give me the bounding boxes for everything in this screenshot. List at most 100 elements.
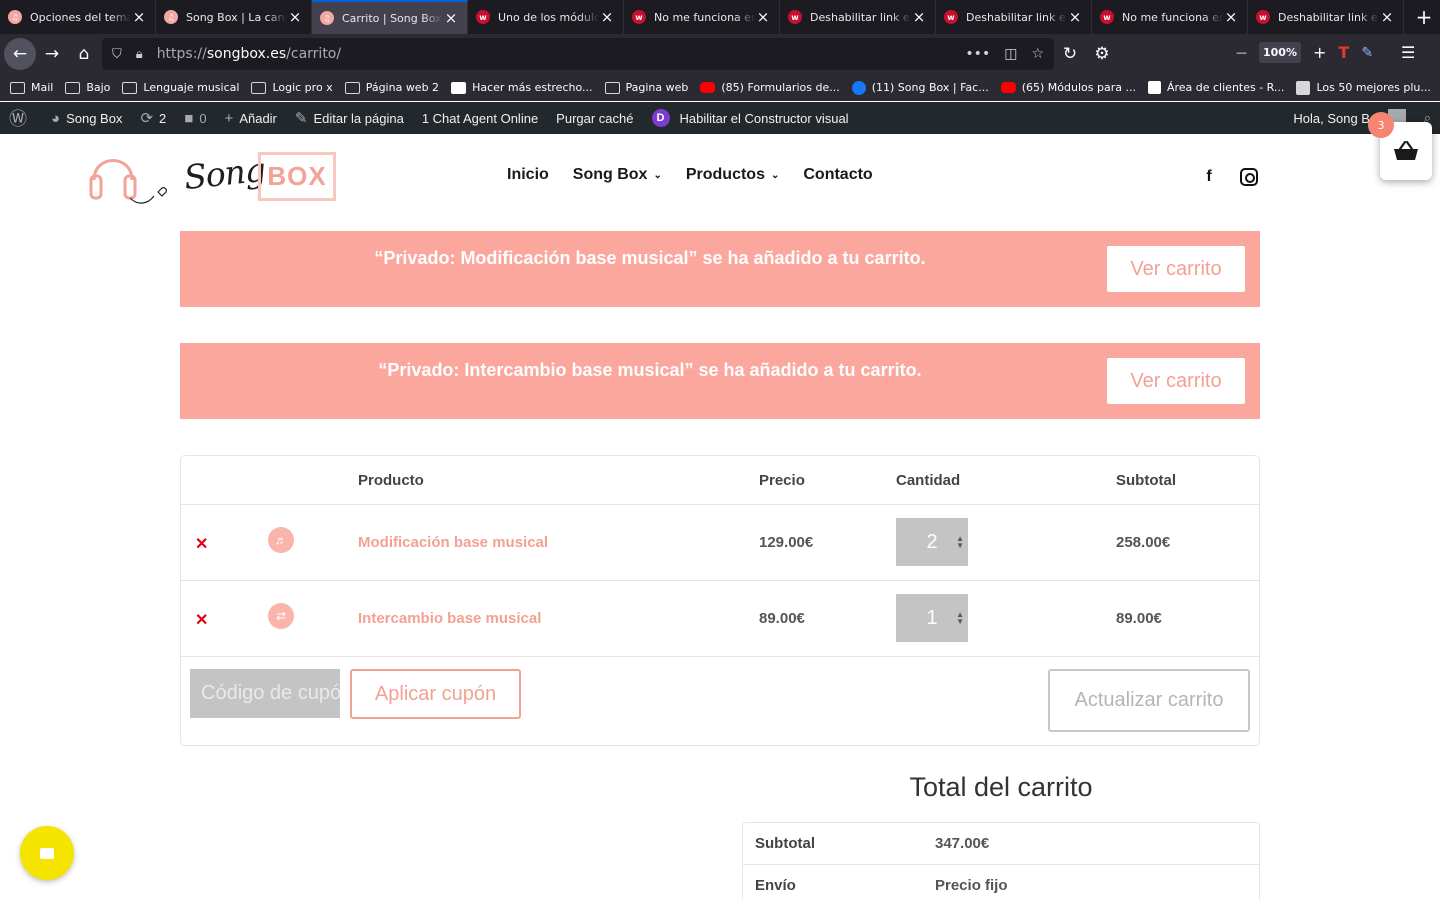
client-area-icon bbox=[1147, 81, 1161, 94]
product-link[interactable]: Modificación base musical bbox=[358, 534, 548, 551]
cart-count-badge: 3 bbox=[1368, 112, 1394, 138]
update-cart-button[interactable]: Actualizar carrito bbox=[1048, 669, 1250, 732]
extension-pen-icon[interactable]: ✎ bbox=[1361, 45, 1373, 61]
bookmark-item[interactable]: Hacer más estrecho... bbox=[451, 81, 593, 94]
comments-menu[interactable]: ■ 0 bbox=[175, 102, 215, 134]
close-icon[interactable]: × bbox=[599, 8, 615, 26]
zoom-level[interactable]: 100% bbox=[1259, 42, 1301, 63]
quantity-value: 2 bbox=[926, 530, 938, 553]
updates-menu[interactable]: ⟳ 2 bbox=[131, 102, 175, 134]
bookmark-item[interactable]: Lenguaje musical bbox=[122, 81, 239, 94]
product-link[interactable]: Intercambio base musical bbox=[358, 610, 541, 627]
zoom-in-button[interactable]: + bbox=[1313, 43, 1326, 62]
remove-item-icon[interactable]: ✕ bbox=[195, 610, 208, 630]
more-icon[interactable]: ••• bbox=[965, 46, 990, 62]
bookmark-item[interactable]: Bajo bbox=[65, 81, 110, 94]
add-new-menu[interactable]: + Añadir bbox=[216, 102, 286, 134]
bookmark-item[interactable]: Pagina web bbox=[604, 81, 688, 94]
purge-cache-link[interactable]: Purgar caché bbox=[547, 102, 642, 134]
w-favicon-icon: w bbox=[944, 10, 958, 24]
remove-item-icon[interactable]: ✕ bbox=[195, 534, 208, 554]
reload-button[interactable]: ↻ bbox=[1054, 38, 1086, 70]
youtube-icon bbox=[700, 82, 716, 93]
back-button[interactable]: ← bbox=[4, 38, 36, 70]
close-icon[interactable]: × bbox=[755, 8, 771, 26]
spinner-arrows-icon[interactable]: ▲ ▼ bbox=[956, 611, 964, 626]
coupon-input[interactable]: Código de cupón bbox=[190, 669, 340, 718]
chat-agent-link[interactable]: 1 Chat Agent Online bbox=[413, 102, 547, 134]
browser-tab[interactable]: w No me funciona en × bbox=[1092, 0, 1248, 34]
browser-tab[interactable]: w Deshabilitar link en × bbox=[780, 0, 936, 34]
apply-coupon-button[interactable]: Aplicar cupón bbox=[350, 669, 521, 719]
browser-tab[interactable]: ♫ Song Box | La canción × bbox=[156, 0, 312, 34]
forward-button[interactable]: → bbox=[36, 38, 68, 70]
item-subtotal: 89.00€ bbox=[1116, 610, 1162, 627]
comment-icon: ■ bbox=[184, 109, 194, 127]
zoom-controls: — 100% + T ✎ ☰ bbox=[1236, 42, 1415, 63]
pocket-icon[interactable]: ◫ bbox=[1004, 46, 1017, 62]
nav-item-song-box[interactable]: Song Box ⌄ bbox=[573, 166, 662, 184]
browser-tab[interactable]: w Deshabilitar link en × bbox=[936, 0, 1092, 34]
close-icon[interactable]: × bbox=[287, 8, 303, 26]
quantity-stepper[interactable]: 1 ▲ ▼ bbox=[896, 594, 968, 642]
bookmark-label: Bajo bbox=[86, 81, 111, 94]
bookmark-item[interactable]: Los 50 mejores plu... bbox=[1296, 80, 1431, 95]
bookmark-label: Lenguaje musical bbox=[143, 81, 240, 94]
close-icon[interactable]: × bbox=[1223, 8, 1239, 26]
chat-widget-button[interactable] bbox=[20, 826, 74, 880]
swap-arrows-icon[interactable]: ⇄ bbox=[268, 603, 294, 629]
lock-icon[interactable]: 🔒︎ bbox=[136, 47, 143, 62]
close-icon[interactable]: × bbox=[911, 8, 927, 26]
browser-tab[interactable]: w No me funciona en × bbox=[624, 0, 780, 34]
refresh-icon: ⟳ bbox=[140, 110, 154, 127]
browser-tab[interactable]: ♫ Opciones del tema × bbox=[0, 0, 156, 34]
extension-t-icon[interactable]: T bbox=[1338, 43, 1349, 62]
browser-tab[interactable]: w Deshabilitar link en × bbox=[1248, 0, 1404, 34]
floating-cart-button[interactable]: 3 bbox=[1368, 112, 1432, 180]
quantity-stepper[interactable]: 2 ▲ ▼ bbox=[896, 518, 968, 566]
spinner-arrows-icon[interactable]: ▲ ▼ bbox=[956, 535, 964, 550]
site-logo[interactable]: Song BOX bbox=[88, 144, 338, 206]
nav-item-inicio[interactable]: Inicio bbox=[507, 166, 549, 184]
site-name-menu[interactable]: ◕ Song Box bbox=[42, 102, 131, 134]
songbox-favicon-icon: ♫ bbox=[164, 10, 178, 24]
divi-icon: D bbox=[651, 109, 670, 127]
url-path: /carrito/ bbox=[286, 46, 342, 62]
edit-page-link[interactable]: ✎ Editar la página bbox=[286, 102, 413, 134]
tab-title: Song Box | La canción bbox=[186, 10, 287, 24]
bookmark-item[interactable]: Página web 2 bbox=[344, 81, 439, 94]
nav-item-productos[interactable]: Productos ⌄ bbox=[686, 166, 780, 184]
bookmark-item[interactable]: (11) Song Box | Fac... bbox=[851, 80, 989, 95]
close-icon[interactable]: × bbox=[1379, 8, 1395, 26]
menu-icon[interactable]: ☰ bbox=[1401, 43, 1415, 62]
bookmark-item[interactable]: (85) Formularios de... bbox=[700, 81, 840, 94]
bookmark-label: (65) Módulos para ... bbox=[1021, 81, 1136, 94]
bookmark-item[interactable]: (65) Módulos para ... bbox=[1000, 81, 1136, 94]
music-note-icon[interactable]: ♬ bbox=[268, 527, 294, 553]
visual-builder-link[interactable]: D Habilitar el Constructor visual bbox=[643, 102, 858, 134]
browser-tab[interactable]: w Uno de los módulos × bbox=[468, 0, 624, 34]
dashboard-icon: ◕ bbox=[51, 109, 61, 127]
new-tab-button[interactable]: + bbox=[1408, 0, 1440, 34]
add-new-label: Añadir bbox=[239, 110, 277, 126]
nav-item-contacto[interactable]: Contacto bbox=[803, 166, 872, 184]
close-icon[interactable]: × bbox=[1067, 8, 1083, 26]
instagram-icon[interactable] bbox=[1240, 168, 1258, 186]
star-icon[interactable]: ☆ bbox=[1031, 46, 1044, 62]
shield-icon[interactable]: ⛉ bbox=[112, 47, 122, 62]
address-bar[interactable]: ⛉ 🔒︎ https://songbox.es/carrito/ ••• ◫ ☆ bbox=[102, 38, 1054, 70]
bookmark-item[interactable]: Logic pro x bbox=[251, 81, 333, 94]
view-cart-button[interactable]: Ver carrito bbox=[1107, 358, 1245, 404]
home-button[interactable]: ⌂ bbox=[68, 38, 100, 70]
browser-tab-active[interactable]: ♫ Carrito | Song Box × bbox=[312, 0, 468, 34]
bookmark-label: Logic pro x bbox=[272, 81, 333, 94]
facebook-icon[interactable]: f bbox=[1200, 168, 1218, 186]
zoom-out-button[interactable]: — bbox=[1236, 46, 1247, 59]
gear-icon[interactable]: ⚙ bbox=[1086, 38, 1118, 70]
close-icon[interactable]: × bbox=[443, 9, 459, 27]
wordpress-logo-button[interactable]: Ⓦ bbox=[0, 102, 42, 134]
view-cart-button[interactable]: Ver carrito bbox=[1107, 246, 1245, 292]
bookmark-item[interactable]: Mail bbox=[10, 81, 53, 94]
close-icon[interactable]: × bbox=[131, 8, 147, 26]
bookmark-item[interactable]: Área de clientes - R... bbox=[1147, 81, 1284, 94]
